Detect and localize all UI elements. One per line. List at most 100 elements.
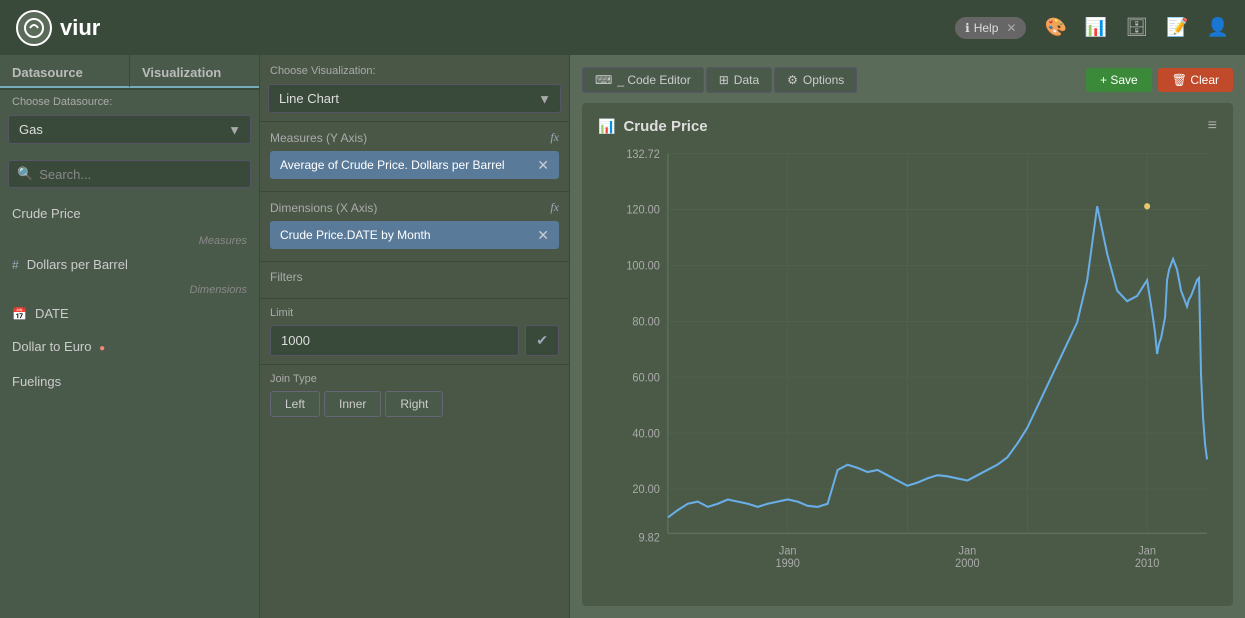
dimension-chip[interactable]: Crude Price.DATE by Month ✕ (270, 221, 559, 249)
search-box: 🔍 (8, 160, 251, 188)
main-layout: Datasource Visualization Choose Datasour… (0, 55, 1245, 618)
visualization-header: Visualization (129, 55, 259, 88)
datasource-dropdown-wrapper: Gas ▼ (8, 115, 251, 144)
svg-text:Jan: Jan (779, 545, 797, 557)
gear-icon: ⚙ (787, 73, 798, 87)
bar-chart-icon[interactable]: 📊 (1085, 17, 1107, 38)
svg-text:2010: 2010 (1135, 558, 1159, 570)
measure-chip[interactable]: Average of Crude Price. Dollars per Barr… (270, 151, 559, 179)
visualization-dropdown-wrapper: Line Chart ▼ (268, 84, 561, 113)
list-item-date[interactable]: 📅 DATE (0, 298, 259, 329)
palette-icon[interactable]: 🎨 (1044, 17, 1066, 38)
code-editor-tab[interactable]: ⌨ _ Code Editor (582, 67, 704, 93)
panel-headers: Datasource Visualization (0, 55, 259, 90)
chart-title: 📊 Crude Price (598, 118, 708, 135)
measures-section-label: Measures (0, 231, 259, 249)
choose-datasource-label: Choose Datasource: (0, 90, 259, 111)
svg-text:40.00: 40.00 (632, 428, 659, 440)
visualization-select[interactable]: Line Chart (268, 84, 561, 113)
chart-svg-wrapper: 132.72 120.00 100.00 80.00 60.00 40.00 2… (598, 143, 1217, 586)
hash-icon: # (12, 258, 19, 272)
svg-text:2000: 2000 (955, 558, 979, 570)
right-panel: ⌨ _ Code Editor ⊞ Data ⚙ Options + Save … (570, 55, 1245, 618)
join-type-label: Join Type (270, 373, 559, 391)
right-toolbar: ⌨ _ Code Editor ⊞ Data ⚙ Options + Save … (582, 67, 1233, 93)
list-item-dollars-per-barrel[interactable]: # Dollars per Barrel (0, 249, 259, 280)
toolbar-actions: + Save 🗑 Clear (1086, 68, 1233, 92)
save-button[interactable]: + Save (1086, 68, 1152, 92)
chart-title-row: 📊 Crude Price ≡ (598, 117, 1217, 135)
chart-svg: 132.72 120.00 100.00 80.00 60.00 40.00 2… (598, 143, 1217, 586)
help-label: Help (974, 21, 999, 35)
svg-text:9.82: 9.82 (639, 532, 660, 544)
measures-section: Measures (Y Axis) fx Average of Crude Pr… (260, 122, 569, 191)
clear-button[interactable]: 🗑 Clear (1158, 68, 1233, 92)
svg-text:100.00: 100.00 (626, 260, 660, 272)
dimension-chip-label: Crude Price.DATE by Month (280, 228, 431, 242)
svg-text:80.00: 80.00 (632, 316, 659, 328)
dimension-chip-close[interactable]: ✕ (537, 228, 549, 242)
fx-icon-dimensions[interactable]: fx (550, 200, 559, 215)
measures-title-row: Measures (Y Axis) fx (270, 130, 559, 145)
options-tab[interactable]: ⚙ Options (774, 67, 857, 93)
svg-text:Jan: Jan (1138, 545, 1156, 557)
list-item-fuelings[interactable]: Fuelings (0, 364, 259, 399)
choose-visualization-label: Choose Visualization: (260, 55, 569, 80)
dimensions-section-label: Dimensions (0, 280, 259, 298)
bar-chart-mini-icon: 📊 (598, 118, 615, 135)
edit-icon[interactable]: 📝 (1166, 17, 1188, 38)
list-item-crude-price[interactable]: Crude Price (0, 196, 259, 231)
join-right-button[interactable]: Right (385, 391, 443, 417)
filters-title-row: Filters (270, 270, 559, 284)
chart-line (668, 206, 1207, 517)
brand-name: viur (60, 15, 100, 41)
svg-text:Jan: Jan (959, 545, 977, 557)
filters-label: Filters (270, 270, 303, 284)
limit-section: Limit ✔ (260, 299, 569, 364)
navbar-right: ℹ Help ✕ 🎨 📊 🗄 📝 👤 (955, 17, 1229, 39)
list-item-dollar-to-euro[interactable]: Dollar to Euro ● (0, 329, 259, 364)
left-panel: Datasource Visualization Choose Datasour… (0, 55, 260, 618)
chart-peak-dot (1144, 203, 1150, 209)
filters-section: Filters (260, 262, 569, 298)
trash-icon: 🗑 (1172, 73, 1187, 87)
dimensions-x-axis-label: Dimensions (X Axis) (270, 201, 377, 215)
svg-text:120.00: 120.00 (626, 204, 660, 216)
join-type-section: Join Type Left Inner Right (260, 365, 569, 425)
svg-text:1990: 1990 (775, 558, 799, 570)
brand-logo (16, 10, 52, 46)
table-icon: ⊞ (719, 73, 729, 87)
measures-y-axis-label: Measures (Y Axis) (270, 131, 367, 145)
brand: viur (16, 10, 100, 46)
limit-confirm-button[interactable]: ✔ (525, 325, 559, 356)
navbar: viur ℹ Help ✕ 🎨 📊 🗄 📝 👤 (0, 0, 1245, 55)
svg-text:132.72: 132.72 (626, 149, 660, 161)
help-badge[interactable]: ℹ Help ✕ (955, 17, 1026, 39)
dot-indicator: ● (99, 343, 105, 354)
join-buttons-row: Left Inner Right (270, 391, 559, 417)
measure-chip-close[interactable]: ✕ (537, 158, 549, 172)
measure-chip-label: Average of Crude Price. Dollars per Barr… (280, 158, 505, 172)
datasource-select[interactable]: Gas (8, 115, 251, 144)
calendar-icon: 📅 (12, 307, 27, 321)
middle-panel: Choose Visualization: Line Chart ▼ Measu… (260, 55, 570, 618)
limit-input[interactable] (270, 325, 519, 356)
fx-icon-measures[interactable]: fx (550, 130, 559, 145)
close-icon: ✕ (1006, 21, 1016, 35)
database-icon[interactable]: 🗄 (1125, 17, 1148, 38)
user-icon[interactable]: 👤 (1207, 17, 1229, 38)
limit-label: Limit (270, 307, 559, 325)
join-inner-button[interactable]: Inner (324, 391, 381, 417)
terminal-icon: ⌨ (595, 73, 612, 87)
data-tab[interactable]: ⊞ Data (706, 67, 772, 93)
dimensions-title-row: Dimensions (X Axis) fx (270, 200, 559, 215)
svg-text:60.00: 60.00 (632, 372, 659, 384)
search-icon: 🔍 (17, 166, 33, 182)
datasource-header: Datasource (0, 55, 129, 88)
chart-area: 📊 Crude Price ≡ (582, 103, 1233, 606)
join-left-button[interactable]: Left (270, 391, 320, 417)
chart-menu-icon[interactable]: ≡ (1208, 117, 1217, 135)
search-input[interactable] (39, 167, 242, 182)
limit-input-row: ✔ (270, 325, 559, 356)
svg-text:20.00: 20.00 (632, 484, 659, 496)
